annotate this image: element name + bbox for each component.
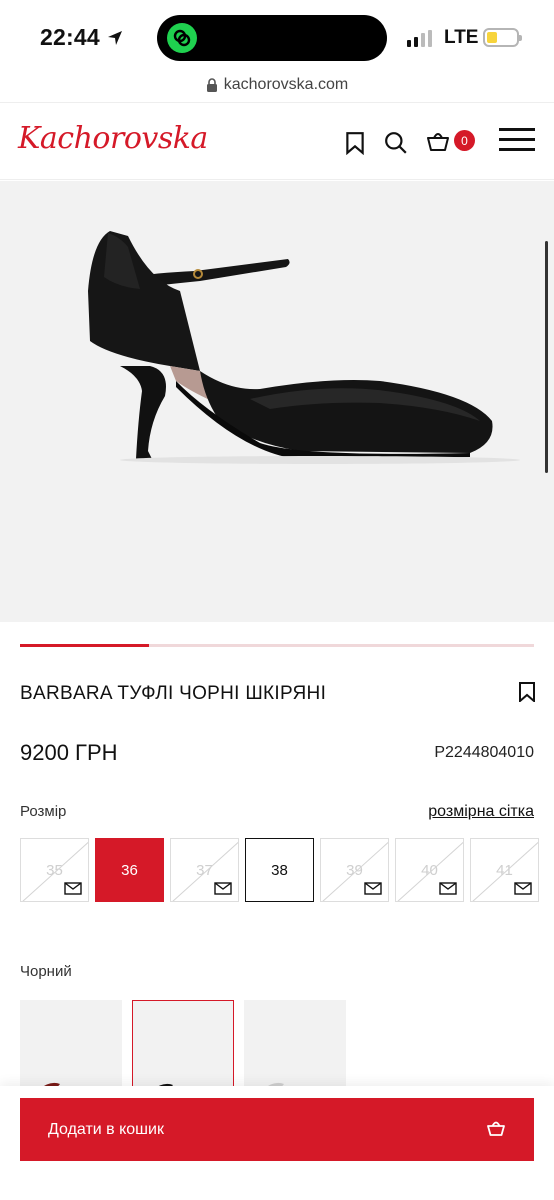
carousel-progress-fill xyxy=(20,644,149,647)
network-type: LTE xyxy=(444,27,479,48)
size-guide-link[interactable]: розмірна сітка xyxy=(428,803,534,821)
cart-icon[interactable] xyxy=(426,129,450,153)
size-label: Розмір xyxy=(20,803,67,820)
product-image[interactable] xyxy=(0,181,554,622)
image-carousel-progress xyxy=(20,644,534,647)
size-option-38[interactable]: 38 xyxy=(245,838,314,902)
url-bar[interactable]: kachorovska.com xyxy=(0,76,554,94)
sticky-cta-bar: Додати в кошик xyxy=(0,1086,554,1200)
color-label: Чорний xyxy=(20,963,72,980)
notify-mail-icon[interactable] xyxy=(214,882,232,895)
shoe-image xyxy=(88,231,520,464)
menu-icon[interactable] xyxy=(499,128,535,152)
notify-mail-icon[interactable] xyxy=(439,882,457,895)
status-time: 22:44 xyxy=(40,24,124,51)
notify-mail-icon[interactable] xyxy=(514,882,532,895)
size-option-40[interactable]: 40 xyxy=(395,838,464,902)
lock-icon xyxy=(206,78,217,92)
size-option-36[interactable]: 36 xyxy=(95,838,164,902)
size-option-35[interactable]: 35 xyxy=(20,838,89,902)
call-indicator-icon xyxy=(167,23,197,53)
size-selector: 35 36 37 38 39 40 41 xyxy=(20,838,539,902)
search-icon[interactable] xyxy=(384,131,408,155)
status-bar: 22:44 LTE xyxy=(0,0,554,70)
size-option-39[interactable]: 39 xyxy=(320,838,389,902)
add-to-cart-label: Додати в кошик xyxy=(48,1120,164,1138)
brand-logo[interactable]: Kachorovska xyxy=(18,121,208,156)
product-sku: P2244804010 xyxy=(434,744,534,761)
add-to-cart-button[interactable]: Додати в кошик xyxy=(20,1098,534,1161)
cart-icon xyxy=(487,1121,505,1136)
size-option-37[interactable]: 37 xyxy=(170,838,239,902)
signal-icon xyxy=(407,30,432,47)
battery-icon xyxy=(483,28,522,47)
dynamic-island xyxy=(157,15,387,61)
notify-mail-icon[interactable] xyxy=(64,882,82,895)
wishlist-icon[interactable] xyxy=(518,682,536,702)
product-price: 9200 ГРН xyxy=(20,740,118,765)
cart-count-badge: 0 xyxy=(454,130,475,151)
location-arrow-icon xyxy=(107,30,122,45)
bookmark-icon[interactable] xyxy=(343,131,367,155)
page-scrollbar[interactable] xyxy=(545,241,548,473)
url-text: kachorovska.com xyxy=(223,76,349,93)
size-option-41[interactable]: 41 xyxy=(470,838,539,902)
notify-mail-icon[interactable] xyxy=(364,882,382,895)
product-title: BARBARA ТУФЛІ ЧОРНІ ШКІРЯНІ xyxy=(20,683,327,704)
